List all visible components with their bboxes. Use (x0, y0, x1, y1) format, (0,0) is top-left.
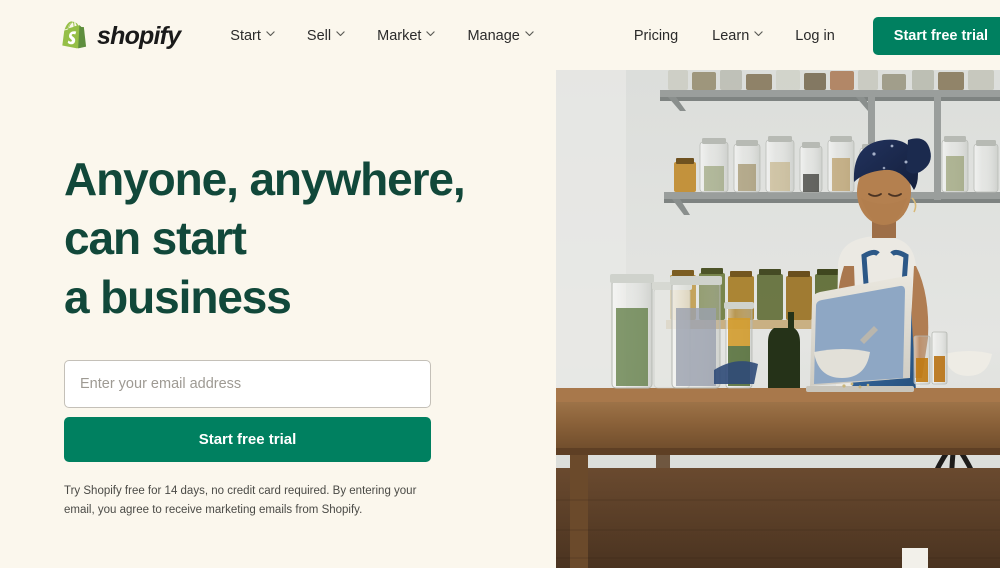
chevron-down-icon (266, 30, 275, 40)
hero-content-panel: Anyone, anywhere, can start a business S… (0, 0, 556, 568)
hero-photo-maker-at-workbench (556, 70, 1000, 568)
nav-item-log-in[interactable]: Log in (785, 22, 845, 50)
nav-item-pricing-label: Pricing (633, 28, 679, 44)
nav-item-log-in-label: Log in (795, 28, 835, 44)
start-free-trial-submit-button[interactable]: Start free trial (64, 416, 431, 462)
nav-start-free-trial-button[interactable]: Start free trial (872, 17, 1000, 55)
nav-item-market-label: Market (377, 28, 422, 44)
nav-item-sell[interactable]: Sell (297, 22, 355, 50)
nav-item-learn[interactable]: Learn (702, 22, 773, 50)
headline-line-2: can start (64, 211, 247, 264)
shopify-logo-link[interactable]: shopify (60, 19, 181, 53)
hero-headline: Anyone, anywhere, can start a business (64, 150, 466, 327)
chevron-down-icon (754, 30, 763, 40)
shopify-wordmark: shopify (97, 21, 181, 50)
email-signup-form: Start free trial (64, 359, 431, 462)
nav-item-pricing[interactable]: Pricing (624, 22, 688, 50)
headline-line-1: Anyone, anywhere, (64, 153, 466, 205)
chevron-down-icon (525, 30, 534, 40)
nav-item-start[interactable]: Start (220, 22, 285, 50)
primary-nav-menu: Start Sell Market Manage Pricing Learn L… (220, 17, 1000, 55)
nav-item-sell-label: Sell (306, 28, 332, 44)
email-input[interactable] (64, 359, 431, 408)
signup-disclaimer-text: Try Shopify free for 14 days, no credit … (64, 484, 417, 516)
nav-item-market[interactable]: Market (367, 22, 445, 50)
headline-line-3: a business (64, 270, 292, 323)
chevron-down-icon (426, 30, 436, 40)
shopify-bag-icon (60, 19, 90, 53)
nav-item-learn-label: Learn (712, 28, 750, 44)
chevron-down-icon (336, 30, 345, 40)
nav-item-manage-label: Manage (467, 28, 520, 44)
top-navigation-bar: shopify Start Sell Market Manage Pricing… (0, 0, 1000, 72)
landing-page: shopify Start Sell Market Manage Pricing… (0, 0, 1000, 568)
nav-item-start-label: Start (230, 28, 261, 44)
nav-item-manage[interactable]: Manage (457, 22, 543, 50)
